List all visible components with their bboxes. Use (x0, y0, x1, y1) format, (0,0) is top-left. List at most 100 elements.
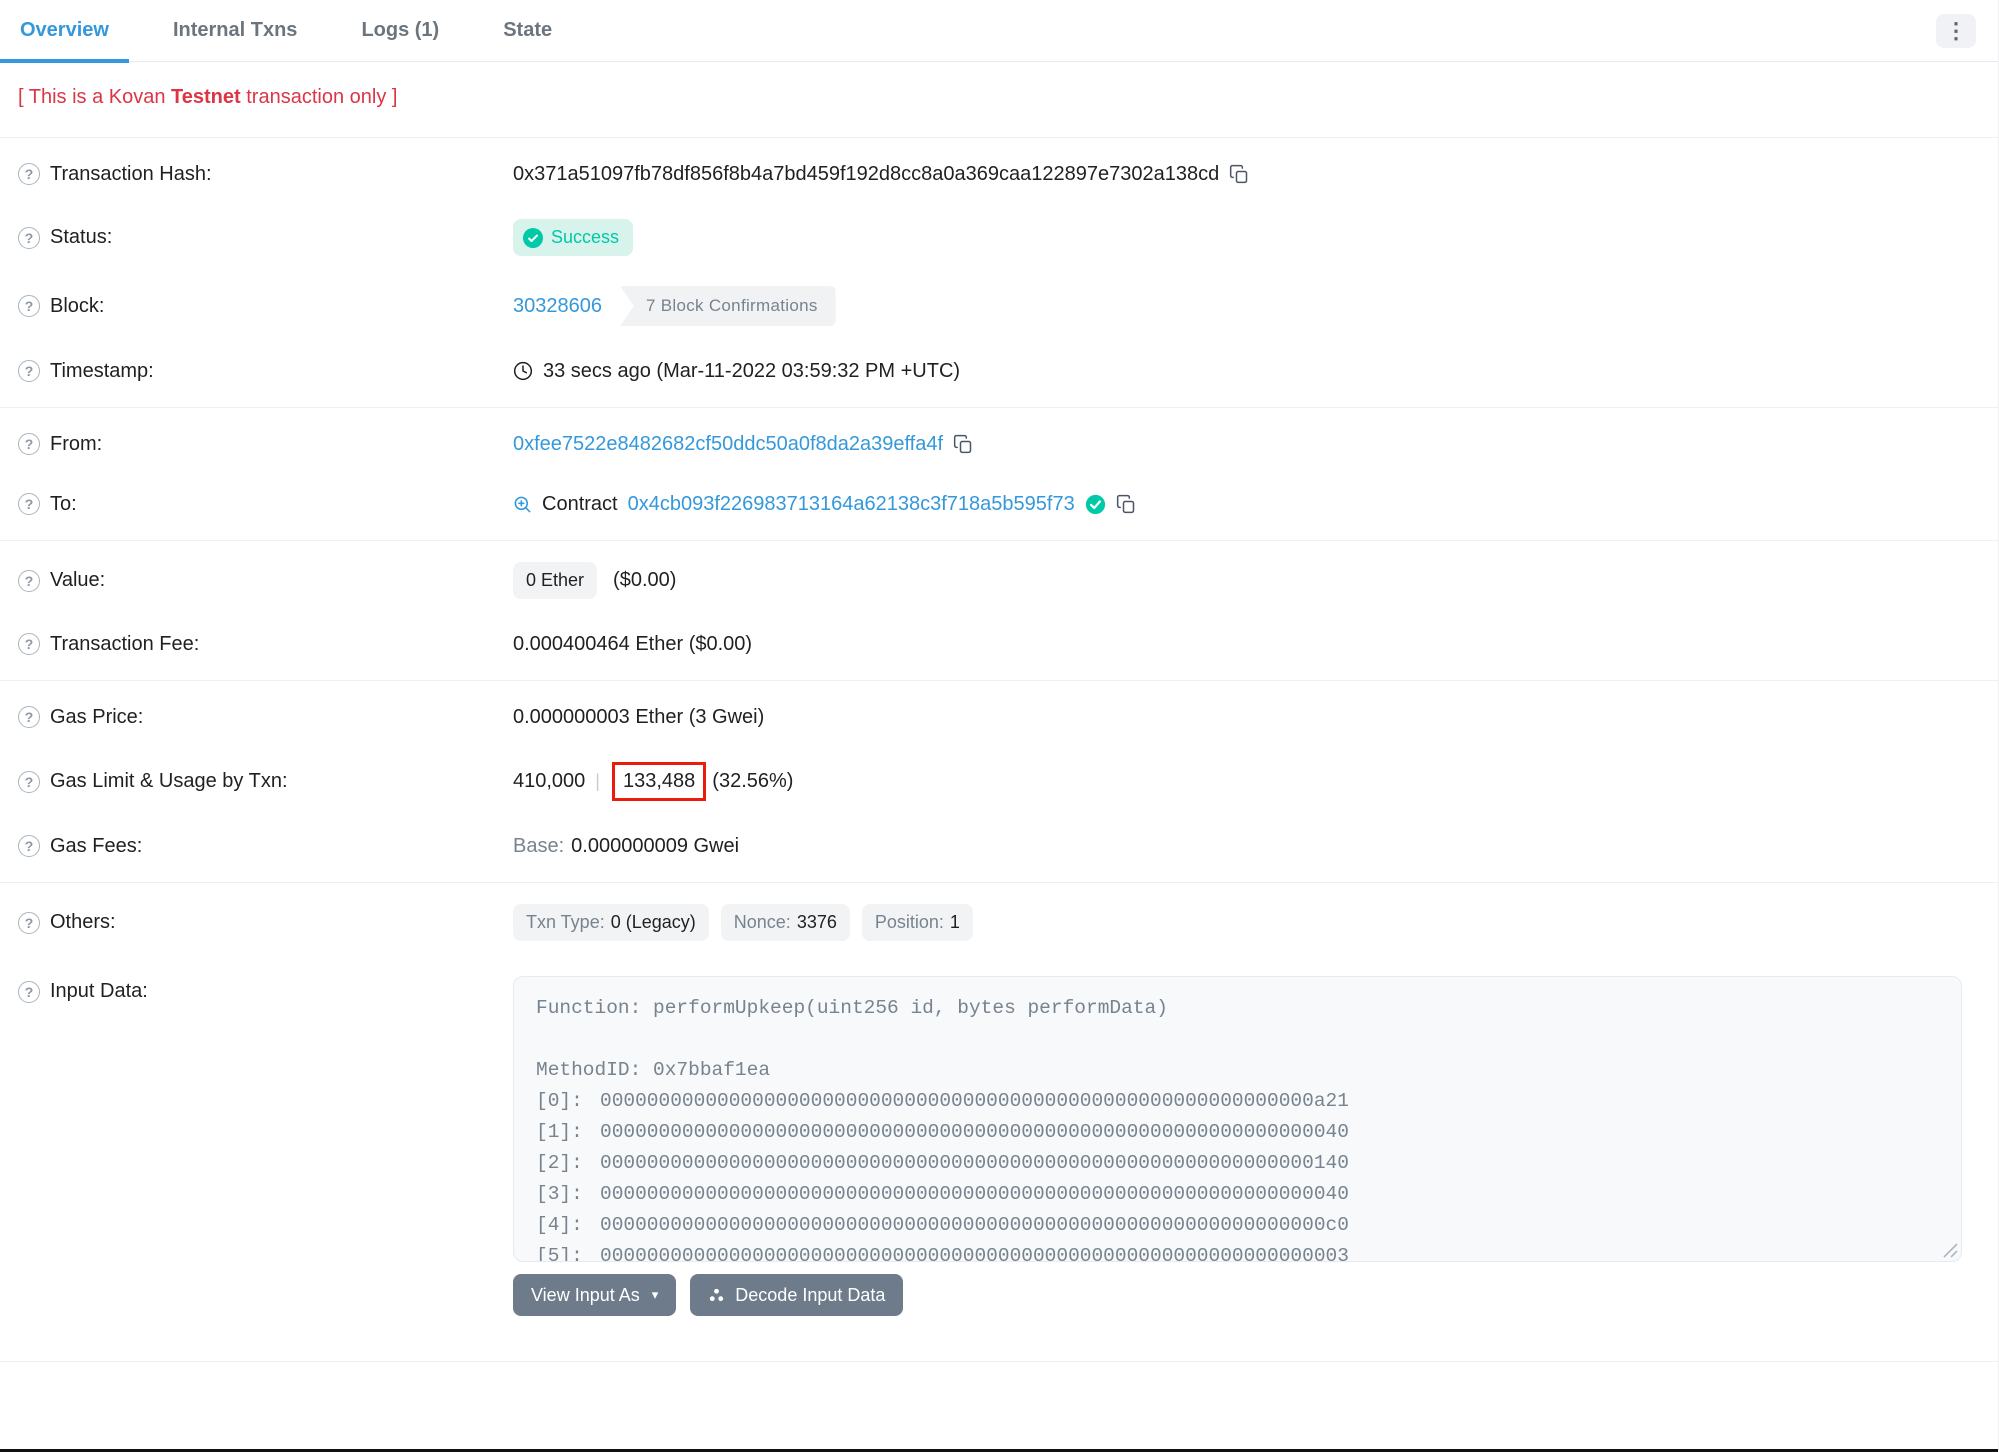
to-address-link[interactable]: 0x4cb093f226983713164a62138c3f718a5b595f… (628, 493, 1075, 516)
transaction-details-card: Overview Internal Txns Logs (1) State ⋮ … (0, 0, 1999, 1452)
section-parties: ? From: 0xfee7522e8482682cf50ddc50a0f8da… (0, 408, 1998, 540)
help-icon[interactable]: ? (18, 835, 40, 857)
position-badge: Position: 1 (861, 904, 973, 941)
row-transaction-fee: ? Transaction Fee: 0.000400464 Ether ($0… (0, 614, 1998, 674)
copy-icon[interactable] (953, 434, 973, 454)
gas-price-label: Gas Price: (50, 705, 144, 728)
row-transaction-hash: ? Transaction Hash: 0x371a51097fb78df856… (0, 144, 1998, 204)
notice-prefix: [ This is a Kovan (18, 86, 172, 108)
tab-overview[interactable]: Overview (0, 0, 129, 63)
row-value: ? Value: 0 Ether ($0.00) (0, 547, 1998, 614)
help-icon[interactable]: ? (18, 163, 40, 185)
input-methodid-line: MethodID: 0x7bbaf1ea (536, 1059, 771, 1081)
gas-fees-label: Gas Fees: (50, 834, 143, 857)
tab-internal-txns[interactable]: Internal Txns (173, 0, 297, 62)
help-icon[interactable]: ? (18, 980, 40, 1003)
gas-used-percent: (32.56%) (712, 770, 794, 792)
help-icon[interactable]: ? (18, 633, 40, 655)
help-icon[interactable]: ? (18, 433, 40, 455)
status-label: Status: (50, 226, 113, 248)
input-word-row: [2]: 000000000000000000000000000000000000… (536, 1152, 1349, 1174)
transaction-fee-value: 0.000400464 Ether ($0.00) (513, 632, 753, 655)
row-timestamp: ? Timestamp: 33 secs ago (Mar-11-2022 03… (0, 341, 1998, 401)
input-word-row: [3]: 000000000000000000000000000000000000… (536, 1183, 1349, 1205)
help-icon[interactable]: ? (18, 360, 40, 382)
kebab-icon: ⋮ (1945, 17, 1967, 43)
gas-limit-label: Gas Limit & Usage by Txn: (50, 770, 288, 792)
input-function-line: Function: performUpkeep(uint256 id, byte… (536, 997, 1168, 1019)
section-value: ? Value: 0 Ether ($0.00) ? Transaction F… (0, 541, 1998, 680)
block-number-link[interactable]: 30328606 (513, 295, 602, 318)
divider (0, 1361, 1998, 1362)
chevron-down-icon: ▾ (651, 1287, 659, 1302)
help-icon[interactable]: ? (18, 911, 40, 934)
input-data-textarea[interactable]: Function: performUpkeep(uint256 id, byte… (513, 976, 1962, 1262)
kebab-menu-button[interactable]: ⋮ (1936, 13, 1976, 48)
gas-used-annotation-box: 133,488 (611, 762, 707, 801)
gas-price-value: 0.000000003 Ether (3 Gwei) (513, 705, 765, 728)
value-label: Value: (50, 569, 106, 591)
transaction-hash-label: Transaction Hash: (50, 162, 212, 185)
tab-state[interactable]: State (503, 0, 552, 62)
separator-bar: | (595, 771, 600, 791)
help-icon[interactable]: ? (18, 569, 40, 592)
row-from: ? From: 0xfee7522e8482682cf50ddc50a0f8da… (0, 414, 1998, 474)
to-contract-prefix: Contract (542, 492, 618, 515)
input-word-row: [4]: 000000000000000000000000000000000000… (536, 1214, 1349, 1236)
notice-suffix: transaction only ] (240, 86, 398, 108)
block-label: Block: (50, 294, 105, 317)
input-word-row: [1]: 000000000000000000000000000000000000… (536, 1121, 1349, 1143)
row-others: ? Others: Txn Type: 0 (Legacy) Nonce: 3376… (0, 889, 1998, 956)
copy-icon[interactable] (1229, 164, 1249, 184)
gas-used-value: 133,488 (622, 770, 696, 792)
row-block: ? Block: 30328606 7 Block Confirmations (0, 271, 1998, 341)
gas-limit-value: 410,000 (513, 770, 586, 792)
row-gas-price: ? Gas Price: 0.000000003 Ether (3 Gwei) (0, 687, 1998, 747)
zoom-in-icon[interactable] (513, 495, 532, 514)
decode-cubes-icon (708, 1287, 725, 1304)
view-input-as-button[interactable]: View Input As ▾ (513, 1274, 677, 1316)
row-gas-fees: ? Gas Fees: Base: 0.000000009 Gwei (0, 816, 1998, 876)
gas-fees-base-value: 0.000000009 Gwei (571, 834, 740, 857)
decode-input-data-button[interactable]: Decode Input Data (690, 1274, 904, 1316)
resize-handle[interactable] (1943, 1243, 1958, 1258)
row-to: ? To: Contract 0x4cb093f226983713164a621… (0, 474, 1998, 534)
txn-type-badge: Txn Type: 0 (Legacy) (513, 904, 709, 941)
check-circle-icon (523, 227, 543, 248)
input-word-row: [5]: 000000000000000000000000000000000000… (536, 1245, 1349, 1262)
help-icon[interactable]: ? (18, 493, 40, 515)
timestamp-label: Timestamp: (50, 359, 154, 382)
transaction-hash-value: 0x371a51097fb78df856f8b4a7bd459f192d8cc8… (513, 162, 1220, 185)
section-summary: ? Transaction Hash: 0x371a51097fb78df856… (0, 138, 1998, 407)
to-label: To: (50, 492, 77, 515)
timestamp-value: 33 secs ago (Mar-11-2022 03:59:32 PM +UT… (543, 359, 961, 382)
value-usd: ($0.00) (613, 569, 677, 591)
status-badge: Success (513, 219, 634, 256)
block-confirmations-badge: 7 Block Confirmations (619, 286, 836, 326)
tab-logs[interactable]: Logs (1) (361, 0, 439, 62)
nonce-badge: Nonce: 3376 (720, 904, 850, 941)
help-icon[interactable]: ? (18, 295, 40, 317)
from-address-link[interactable]: 0xfee7522e8482682cf50ddc50a0f8da2a39effa… (513, 433, 943, 456)
input-data-label: Input Data: (50, 980, 148, 1002)
notice-bold: Testnet (171, 86, 241, 108)
input-word-row: [0]: 000000000000000000000000000000000000… (536, 1090, 1349, 1112)
help-icon[interactable]: ? (18, 770, 40, 793)
tab-bar: Overview Internal Txns Logs (1) State ⋮ (0, 0, 1998, 63)
status-text: Success (551, 227, 620, 247)
copy-icon[interactable] (1116, 494, 1136, 514)
section-others: ? Others: Txn Type: 0 (Legacy) Nonce: 3376… (0, 883, 1998, 1341)
row-gas-limit-usage: ? Gas Limit & Usage by Txn: 410,000 | 13… (0, 747, 1998, 816)
verified-check-icon (1085, 494, 1106, 515)
section-gas: ? Gas Price: 0.000000003 Ether (3 Gwei) … (0, 681, 1998, 882)
gas-fees-base-key: Base: (513, 834, 565, 857)
clock-icon (513, 361, 533, 381)
others-label: Others: (50, 911, 116, 933)
from-label: From: (50, 432, 103, 455)
ether-value-badge: 0 Ether (513, 562, 598, 599)
testnet-notice: [ This is a Kovan Testnet transaction on… (0, 62, 1998, 137)
help-icon[interactable]: ? (18, 706, 40, 728)
help-icon[interactable]: ? (18, 226, 40, 249)
